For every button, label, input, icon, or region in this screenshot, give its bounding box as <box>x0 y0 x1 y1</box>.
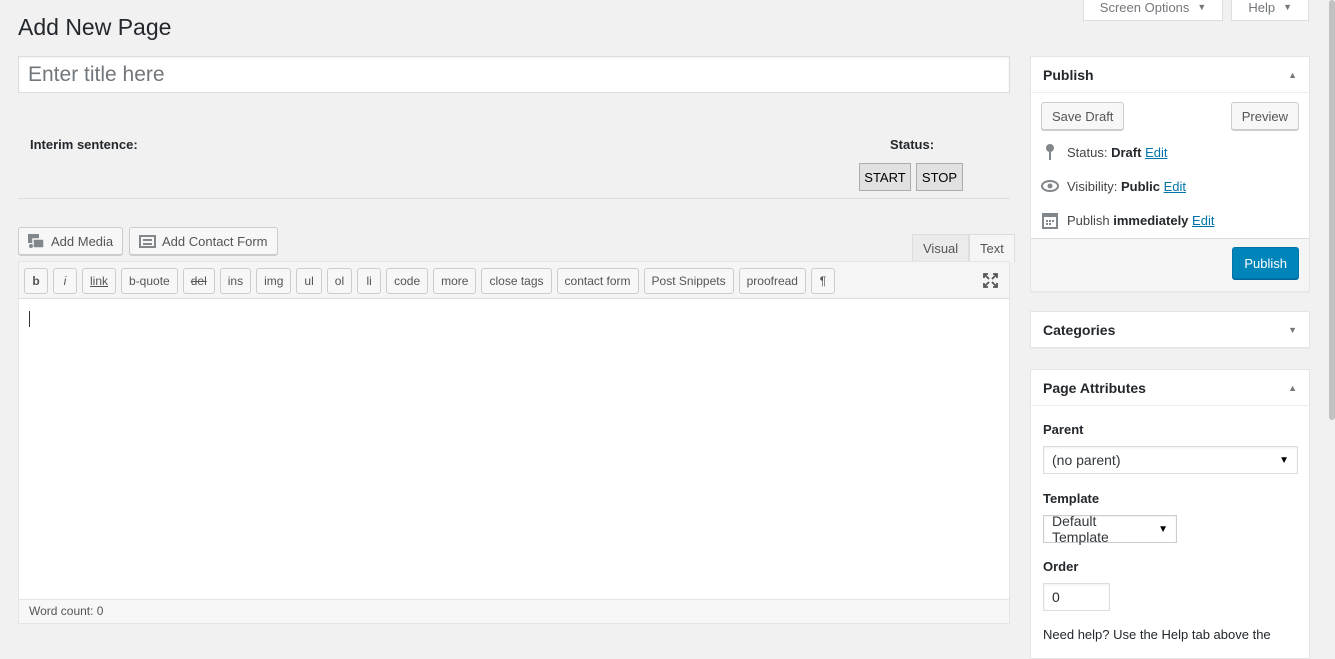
title-input[interactable] <box>19 57 1009 92</box>
calendar-icon <box>1041 211 1059 229</box>
fullscreen-icon[interactable] <box>982 272 999 289</box>
edit-visibility-link[interactable]: Edit <box>1164 179 1186 194</box>
qt-ul-button[interactable]: ul <box>296 268 322 294</box>
page-attributes-heading: Page Attributes <box>1043 379 1146 396</box>
page-attributes-box: Page Attributes ▲ Parent (no parent) ▼ T… <box>1030 369 1310 659</box>
page-scrollbar[interactable] <box>1329 0 1335 420</box>
tab-text[interactable]: Text <box>969 234 1015 262</box>
template-select-value: Default Template <box>1052 513 1109 545</box>
qt-del-button[interactable]: del <box>182 268 215 294</box>
qt-close-tags-button[interactable]: close tags <box>481 268 552 294</box>
publish-button[interactable]: Publish <box>1232 247 1299 279</box>
title-field-wrap <box>18 56 1010 93</box>
screen-options-label: Screen Options <box>1099 0 1190 15</box>
add-contact-form-label: Add Contact Form <box>162 233 268 249</box>
help-text: Need help? Use the Help tab above the <box>1043 627 1271 642</box>
parent-select-value: (no parent) <box>1052 452 1121 468</box>
collapse-up-icon[interactable]: ▲ <box>1288 70 1297 80</box>
qt-code-button[interactable]: code <box>386 268 429 294</box>
add-media-button[interactable]: Add Media <box>18 227 124 255</box>
add-media-label: Add Media <box>51 233 114 249</box>
dropdown-arrow-icon: ▼ <box>1279 454 1289 466</box>
visibility-value: Public <box>1120 178 1160 194</box>
page-title: Add New Page <box>18 14 172 40</box>
order-label: Order <box>1043 559 1079 574</box>
caret-down-icon: ▼ <box>1283 2 1292 12</box>
qt-bold-button[interactable]: b <box>24 268 48 294</box>
template-label: Template <box>1043 491 1100 506</box>
qt-li-button[interactable]: li <box>357 268 382 294</box>
screen-meta-links: Screen Options ▼ Help ▼ <box>1082 0 1309 21</box>
tab-visual[interactable]: Visual <box>912 234 970 262</box>
stop-button[interactable]: STOP <box>916 163 963 191</box>
page-attributes-header[interactable]: Page Attributes ▲ <box>1031 370 1309 406</box>
template-select[interactable]: Default Template ▼ <box>1043 513 1177 545</box>
quicktags-toolbar: b i link b-quote del ins img ul ol li co… <box>19 262 1009 299</box>
publish-heading: Publish <box>1043 66 1094 83</box>
publish-time-label: Publish <box>1067 212 1110 228</box>
order-input[interactable]: 0 <box>1043 583 1110 611</box>
categories-box: Categories ▼ <box>1030 311 1310 348</box>
publish-time-row: Publish immediately Edit <box>1041 211 1214 229</box>
status-value: Draft <box>1111 144 1142 160</box>
publish-box: Publish ▲ Save Draft Preview Status: Dra… <box>1030 56 1310 292</box>
dictation-status-label: Status: <box>890 137 935 152</box>
eye-icon <box>1041 177 1059 195</box>
categories-box-header[interactable]: Categories ▼ <box>1031 312 1309 348</box>
qt-link-button[interactable]: link <box>82 268 117 294</box>
parent-select[interactable]: (no parent) ▼ <box>1043 446 1298 474</box>
publishing-actions: Publish <box>1031 238 1309 291</box>
publish-time-value: immediately <box>1113 212 1189 228</box>
collapse-up-icon[interactable]: ▲ <box>1288 383 1297 393</box>
form-icon <box>139 234 156 248</box>
qt-proofread-button[interactable]: proofread <box>738 268 806 294</box>
categories-heading: Categories <box>1043 322 1116 338</box>
text-caret <box>29 311 30 327</box>
caret-down-icon: ▼ <box>1197 2 1207 12</box>
screen-options-button[interactable]: Screen Options ▼ <box>1082 0 1224 21</box>
qt-italic-button[interactable]: i <box>53 268 77 294</box>
qt-img-button[interactable]: img <box>256 268 292 294</box>
help-label: Help <box>1248 0 1276 15</box>
qt-post-snippets-button[interactable]: Post Snippets <box>643 268 734 294</box>
qt-blockquote-button[interactable]: b-quote <box>121 268 178 294</box>
status-label: Status: <box>1067 144 1108 160</box>
qt-ins-button[interactable]: ins <box>219 268 252 294</box>
qt-contact-form-button[interactable]: contact form <box>556 268 639 294</box>
content-textarea[interactable] <box>19 299 1009 599</box>
visibility-label: Visibility: <box>1067 178 1118 194</box>
start-button[interactable]: START <box>859 163 911 191</box>
media-icon <box>28 233 45 249</box>
help-button[interactable]: Help ▼ <box>1231 0 1309 21</box>
publish-box-header[interactable]: Publish ▲ <box>1031 57 1309 93</box>
dropdown-arrow-icon: ▼ <box>1158 523 1168 535</box>
expand-down-icon[interactable]: ▼ <box>1288 325 1297 335</box>
preview-button[interactable]: Preview <box>1230 102 1299 130</box>
pin-icon <box>1041 143 1059 161</box>
word-count: Word count: 0 <box>19 599 1009 623</box>
status-row: Status: Draft Edit <box>1041 143 1167 161</box>
divider <box>18 198 1010 199</box>
edit-status-link[interactable]: Edit <box>1145 145 1167 160</box>
save-draft-button[interactable]: Save Draft <box>1041 102 1125 130</box>
visibility-row: Visibility: Public Edit <box>1041 177 1186 195</box>
editor: b i link b-quote del ins img ul ol li co… <box>18 261 1010 624</box>
interim-sentence-label: Interim sentence: <box>30 137 138 152</box>
add-contact-form-button[interactable]: Add Contact Form <box>129 227 278 255</box>
qt-paragraph-button[interactable]: ¶ <box>810 268 835 294</box>
qt-ol-button[interactable]: ol <box>326 268 353 294</box>
edit-publish-time-link[interactable]: Edit <box>1192 213 1214 228</box>
parent-label: Parent <box>1043 422 1084 437</box>
qt-more-button[interactable]: more <box>433 268 477 294</box>
